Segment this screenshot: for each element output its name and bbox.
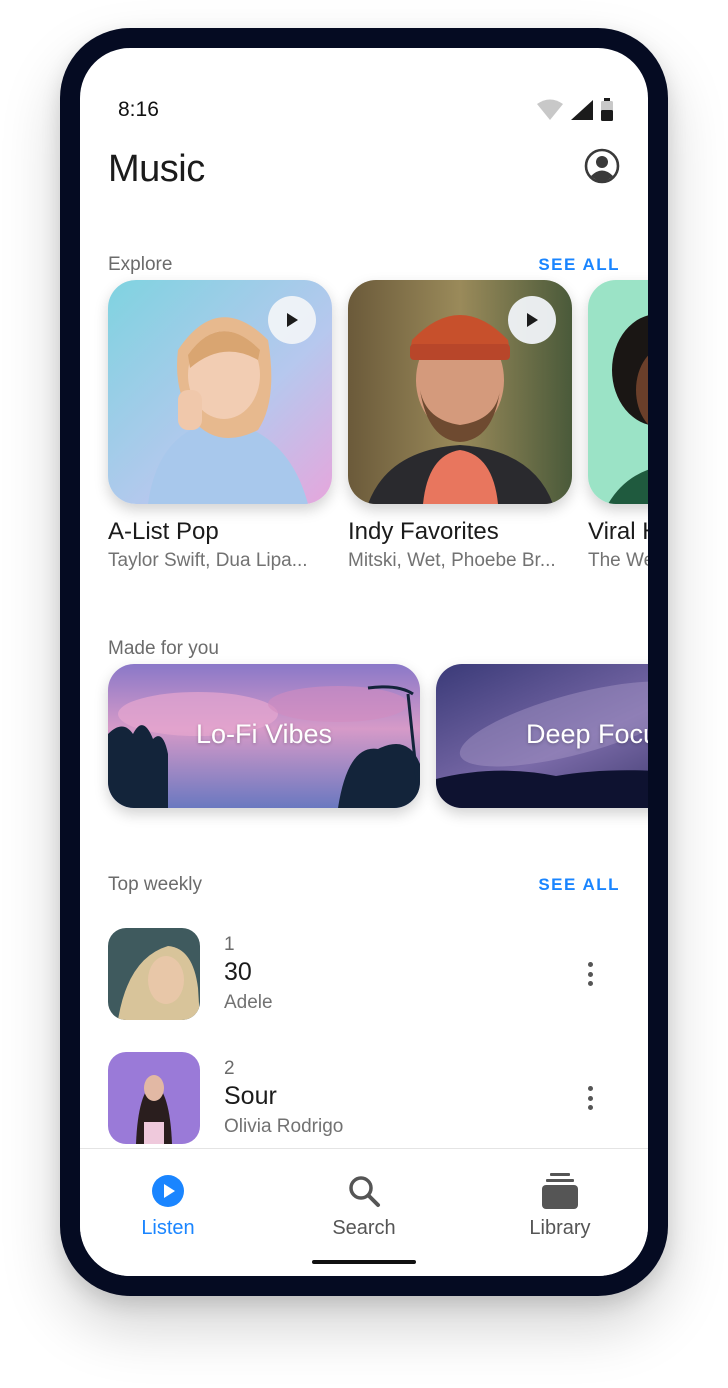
chart-title: 30 [224,958,252,986]
more-options-button[interactable] [580,1082,600,1114]
card-subtitle: The We [588,550,648,571]
battery-icon [601,98,613,121]
nav-item-search[interactable]: Search [284,1171,444,1240]
card-artwork [588,280,648,504]
play-button[interactable] [268,296,316,344]
explore-see-all-button[interactable]: SEE ALL [538,255,620,275]
chart-title: Sour [224,1082,277,1110]
dot [587,1095,593,1101]
chart-list-item[interactable]: 2 Sour Olivia Rodrigo [108,1052,620,1144]
play-circle-icon [152,1175,184,1207]
account-icon[interactable] [584,148,620,184]
nav-label: Listen [141,1217,195,1239]
chart-artist: Adele [224,992,273,1013]
card-title: Viral H [588,518,648,545]
chart-artist: Olivia Rodrigo [224,1116,344,1137]
explore-card-indy-favorites[interactable]: Indy Favorites Mitski, Wet, Phoebe Br... [348,280,572,572]
search-icon [349,1176,380,1207]
mix-label: Lo-Fi Vibes [195,719,333,749]
mix-card-deep-focus[interactable]: Deep Focu [436,664,648,808]
card-subtitle: Taylor Swift, Dua Lipa... [108,550,308,571]
nav-label: Library [529,1217,591,1239]
explore-row: A-List Pop Taylor Swift, Dua Lipa... Ind… [108,280,648,600]
nav-item-library[interactable]: Library [480,1171,640,1240]
wifi-icon [537,99,563,120]
top-weekly-label: Top weekly [108,874,202,895]
dot [587,981,593,986]
status-time: 8:16 [118,98,159,121]
album-art-image [588,280,648,504]
play-icon [527,313,538,327]
album-art-image [108,1052,200,1144]
play-icon [287,313,298,327]
made-for-you-row: Lo-Fi Vibes Deep Focu [108,664,648,824]
card-title: A-List Pop [108,518,219,545]
card-artwork [108,280,332,504]
card-artwork [348,280,572,504]
album-art-image [108,928,200,1020]
explore-card-a-list-pop[interactable]: A-List Pop Taylor Swift, Dua Lipa... [108,280,332,572]
dot [587,962,593,967]
chart-list-item[interactable]: 1 30 Adele [108,928,620,1020]
nav-item-listen[interactable]: Listen [88,1171,248,1240]
dot [587,1086,593,1091]
mix-label: Deep Focu [525,719,648,749]
page-title: Music [108,148,205,190]
bottom-nav: Listen Search Library [80,1148,648,1276]
chart-rank: 2 [224,1058,235,1079]
chart-rank: 1 [224,934,235,955]
status-icons [536,98,614,122]
top-weekly-see-all-button[interactable]: SEE ALL [538,875,620,895]
more-options-button[interactable] [580,958,600,990]
signal-icon [571,100,593,120]
card-subtitle: Mitski, Wet, Phoebe Br... [348,550,556,571]
home-indicator[interactable] [312,1260,416,1264]
phone-frame: 8:16 Music Explore SEE ALL A-List Pop Ta… [60,28,668,1296]
library-icon [542,1173,578,1209]
made-for-you-label: Made for you [108,638,219,659]
mix-card-lofi-vibes[interactable]: Lo-Fi Vibes [108,664,420,808]
dot [587,1105,593,1110]
nav-label: Search [332,1217,396,1239]
explore-label: Explore [108,254,173,275]
explore-card-viral[interactable]: Viral H The We [588,280,648,572]
dot [587,971,593,977]
screen: 8:16 Music Explore SEE ALL A-List Pop Ta… [80,48,648,1276]
card-title: Indy Favorites [348,518,499,545]
play-button[interactable] [508,296,556,344]
